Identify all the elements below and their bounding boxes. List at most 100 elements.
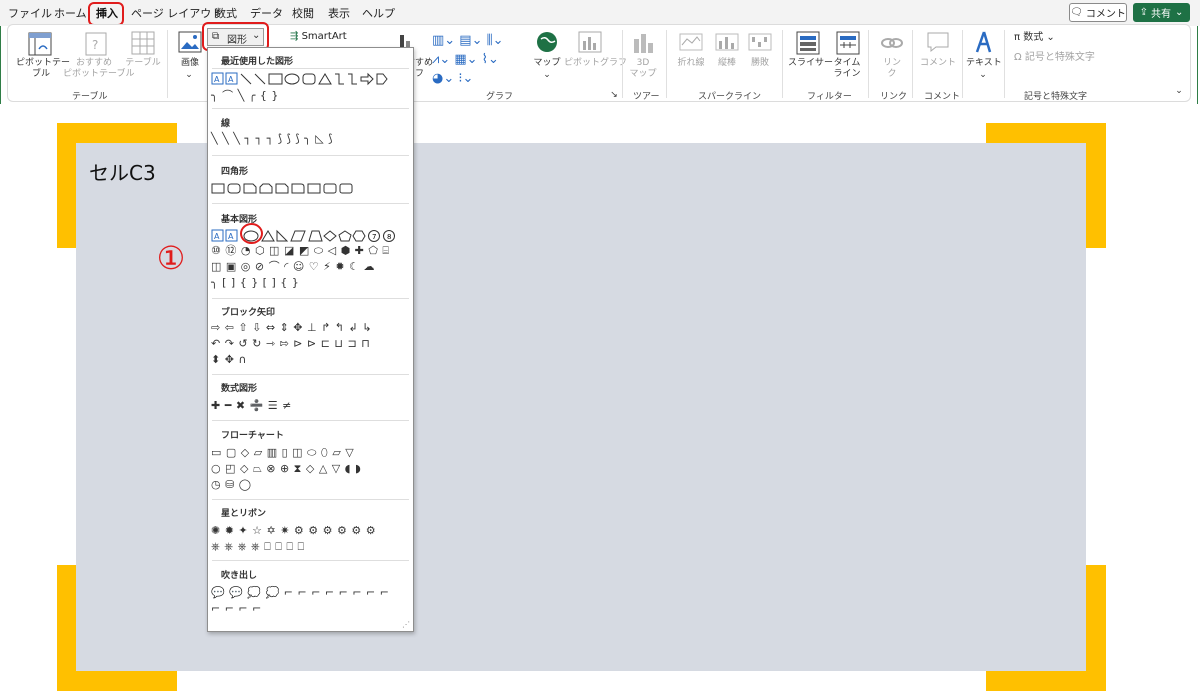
- group-table-label: テーブル: [72, 92, 108, 102]
- tab-review[interactable]: 校閲: [292, 5, 314, 21]
- flowchart-row-3[interactable]: ◷ ⛁ ◯: [211, 478, 252, 491]
- tab-help[interactable]: ヘルプ: [362, 5, 395, 21]
- text-icon: [973, 30, 995, 58]
- lines-row[interactable]: ╲ ╲ ╲ ┐ ┐ ┐ ⟆ ⟆ ⟆ ╮ ◺ ⟆: [211, 132, 333, 145]
- separator: [962, 30, 963, 98]
- shapes-button[interactable]: ⧉ 図形 ⌄: [207, 28, 264, 46]
- svg-text:A: A: [214, 232, 220, 241]
- corner-bracket: [1086, 143, 1106, 248]
- recent-shapes-row-2[interactable]: ╮ ⌒ ╲ ╭ { }: [211, 89, 279, 102]
- divider: [212, 499, 409, 500]
- map-icon: [536, 31, 558, 57]
- svg-text:A: A: [214, 75, 220, 84]
- section-block-arrows-title: ブロック矢印: [221, 308, 276, 318]
- comment-icon: 🗨: [1070, 7, 1083, 18]
- dialog-launcher-icon[interactable]: ↘: [609, 90, 619, 101]
- flowchart-row-1[interactable]: ▭ ▢ ◇ ▱ ▥ ▯ ◫ ⬭ ⬯ ▱ ▽: [211, 446, 354, 459]
- corner-bracket: [1086, 565, 1106, 671]
- section-lines-title: 線: [221, 119, 231, 129]
- sparkline-winloss-button[interactable]: 勝敗: [746, 58, 774, 69]
- corner-bracket: [57, 565, 76, 671]
- comment-insert-button[interactable]: コメント: [918, 58, 958, 69]
- corner-bracket: [986, 671, 1106, 691]
- smartart-icon: ⇶: [290, 31, 299, 42]
- resize-grip-icon[interactable]: ⋰: [402, 620, 410, 629]
- callouts-row-1[interactable]: 💬 💬 💭 💭 ⌐ ⌐ ⌐ ⌐ ⌐ ⌐ ⌐ ⌐: [211, 586, 389, 599]
- timeline-icon: [836, 31, 860, 59]
- sparkline-line-icon: [679, 33, 703, 55]
- separator: [167, 30, 168, 98]
- chevron-down-icon: ⌄: [543, 70, 551, 80]
- slicer-button[interactable]: スライサー: [788, 58, 833, 69]
- block-arrows-row-2[interactable]: ↶ ↷ ↺ ↻ ⇾ ⇰ ⊳ ⊳ ⊏ ⊔ ⊐ ⊓: [211, 337, 370, 350]
- table-button[interactable]: テーブル: [124, 58, 162, 69]
- separator: [868, 30, 869, 98]
- ribbon-collapse-icon[interactable]: ⌄: [1174, 86, 1184, 97]
- flowchart-row-2[interactable]: ○ ◰ ◇ ⏢ ⊗ ⊕ ⧗ ◇ △ ▽ ◖ ◗: [211, 462, 361, 475]
- block-arrows-row-3[interactable]: ⬍ ✥ ∩: [211, 353, 247, 366]
- basic-shapes-row-2[interactable]: ⑩ ⑫ ◔ ⬡ ◫ ◪ ◩ ⬭ ◁ ⬢ ✚ ⬠ ⌸: [211, 244, 390, 257]
- map-button[interactable]: マップ: [532, 58, 562, 69]
- cell-label: セルC3: [89, 161, 156, 185]
- tab-insert[interactable]: 挿入: [96, 5, 118, 21]
- section-stars-ribbons-title: 星とリボン: [221, 509, 267, 519]
- stars-ribbons-row-1[interactable]: ✺ ✹ ✦ ☆ ✡ ✷ ⚙ ⚙ ⚙ ⚙ ⚙ ⚙: [211, 524, 376, 537]
- image-button[interactable]: 画像: [176, 58, 204, 69]
- corner-bracket: [986, 123, 1106, 143]
- tab-data[interactable]: データ: [250, 5, 283, 21]
- comment-insert-icon: [926, 31, 950, 57]
- share-button[interactable]: ⇪ 共有 ⌄: [1133, 3, 1190, 22]
- comment-header-label: コメント: [1085, 9, 1126, 20]
- divider: [212, 374, 409, 375]
- symbol-button[interactable]: Ω 記号と特殊文字: [1014, 52, 1095, 63]
- corner-bracket: [57, 123, 177, 143]
- separator: [912, 30, 913, 98]
- tab-view[interactable]: 表示: [328, 5, 350, 21]
- map3d-icon: [632, 31, 654, 59]
- equation-button[interactable]: π 数式 ⌄: [1014, 32, 1055, 43]
- sparkline-winloss-icon: [748, 33, 772, 55]
- equation-shapes-row[interactable]: ✚ ━ ✖ ➗ ☰ ≠: [211, 399, 292, 412]
- slicer-icon: [796, 31, 820, 59]
- link-button[interactable]: リン ク: [880, 58, 904, 80]
- pivot-chart-button[interactable]: ピボットグラフ: [564, 58, 627, 69]
- group-link-label: リンク: [880, 92, 908, 102]
- svg-text:7: 7: [372, 233, 376, 241]
- callouts-row-2[interactable]: ⌐ ⌐ ⌐ ⌐: [211, 602, 262, 615]
- divider: [212, 155, 409, 156]
- step-marker: ①: [156, 239, 186, 277]
- recommended-pivot-button[interactable]: おすすめ ピボットテーブル: [63, 58, 134, 80]
- svg-text:A: A: [228, 232, 234, 241]
- separator: [1004, 30, 1005, 98]
- chevron-down-icon: ⌄: [979, 70, 987, 80]
- group-tour-label: ツアー: [633, 92, 660, 102]
- symbol-label: 記号と特殊文字: [1024, 52, 1095, 63]
- block-arrows-row-1[interactable]: ⇨ ⇦ ⇧ ⇩ ⇔ ⇕ ✥ ⊥ ↱ ↰ ↲ ↳: [211, 321, 372, 334]
- tab-home[interactable]: ホーム: [54, 5, 87, 21]
- separator: [622, 30, 623, 98]
- omega-icon: Ω: [1014, 52, 1022, 63]
- stars-ribbons-row-2[interactable]: ⎈ ⎈ ⎈ ⎈ ⎕ ⎕ ⎕ ⎕: [211, 540, 305, 553]
- shapes-label: 図形: [227, 35, 247, 46]
- timeline-button[interactable]: タイム ライン: [832, 58, 862, 80]
- divider: [212, 203, 409, 204]
- comment-header-button[interactable]: 🗨 コメント: [1069, 3, 1127, 22]
- divider: [212, 108, 409, 109]
- svg-text:A: A: [228, 75, 234, 84]
- chart-type-icons: ▥⌄ ▤⌄ ⫼⌄ ⩘⌄ ▦⌄ ⌇⌄ ◕⌄ ⁝⌄: [432, 33, 504, 86]
- sparkline-column-button[interactable]: 縦棒: [713, 58, 741, 69]
- basic-shapes-row-3[interactable]: ◫ ▣ ◎ ⊘ ⌒ ◜ ☺ ♡ ⚡ ✹ ☾ ☁: [211, 260, 375, 273]
- recent-shapes-row[interactable]: A A: [211, 71, 411, 91]
- rectangles-row[interactable]: [211, 181, 361, 200]
- divider: [212, 298, 409, 299]
- map3d-button[interactable]: 3D マップ: [626, 58, 660, 80]
- sparkline-line-button[interactable]: 折れ線: [674, 58, 708, 69]
- basic-shapes-row-4[interactable]: ╮ [ ] { } [ ] { }: [211, 276, 299, 289]
- tab-page-layout[interactable]: ページ レイアウト: [131, 5, 222, 21]
- tab-formulas[interactable]: 数式: [215, 5, 237, 21]
- text-button[interactable]: テキスト: [966, 58, 1002, 69]
- pivot-table-button[interactable]: ピボットテー ブル: [16, 58, 70, 80]
- tab-file[interactable]: ファイル: [8, 5, 52, 21]
- smartart-label: SmartArt: [301, 31, 347, 42]
- smartart-button[interactable]: ⇶ SmartArt: [290, 31, 347, 42]
